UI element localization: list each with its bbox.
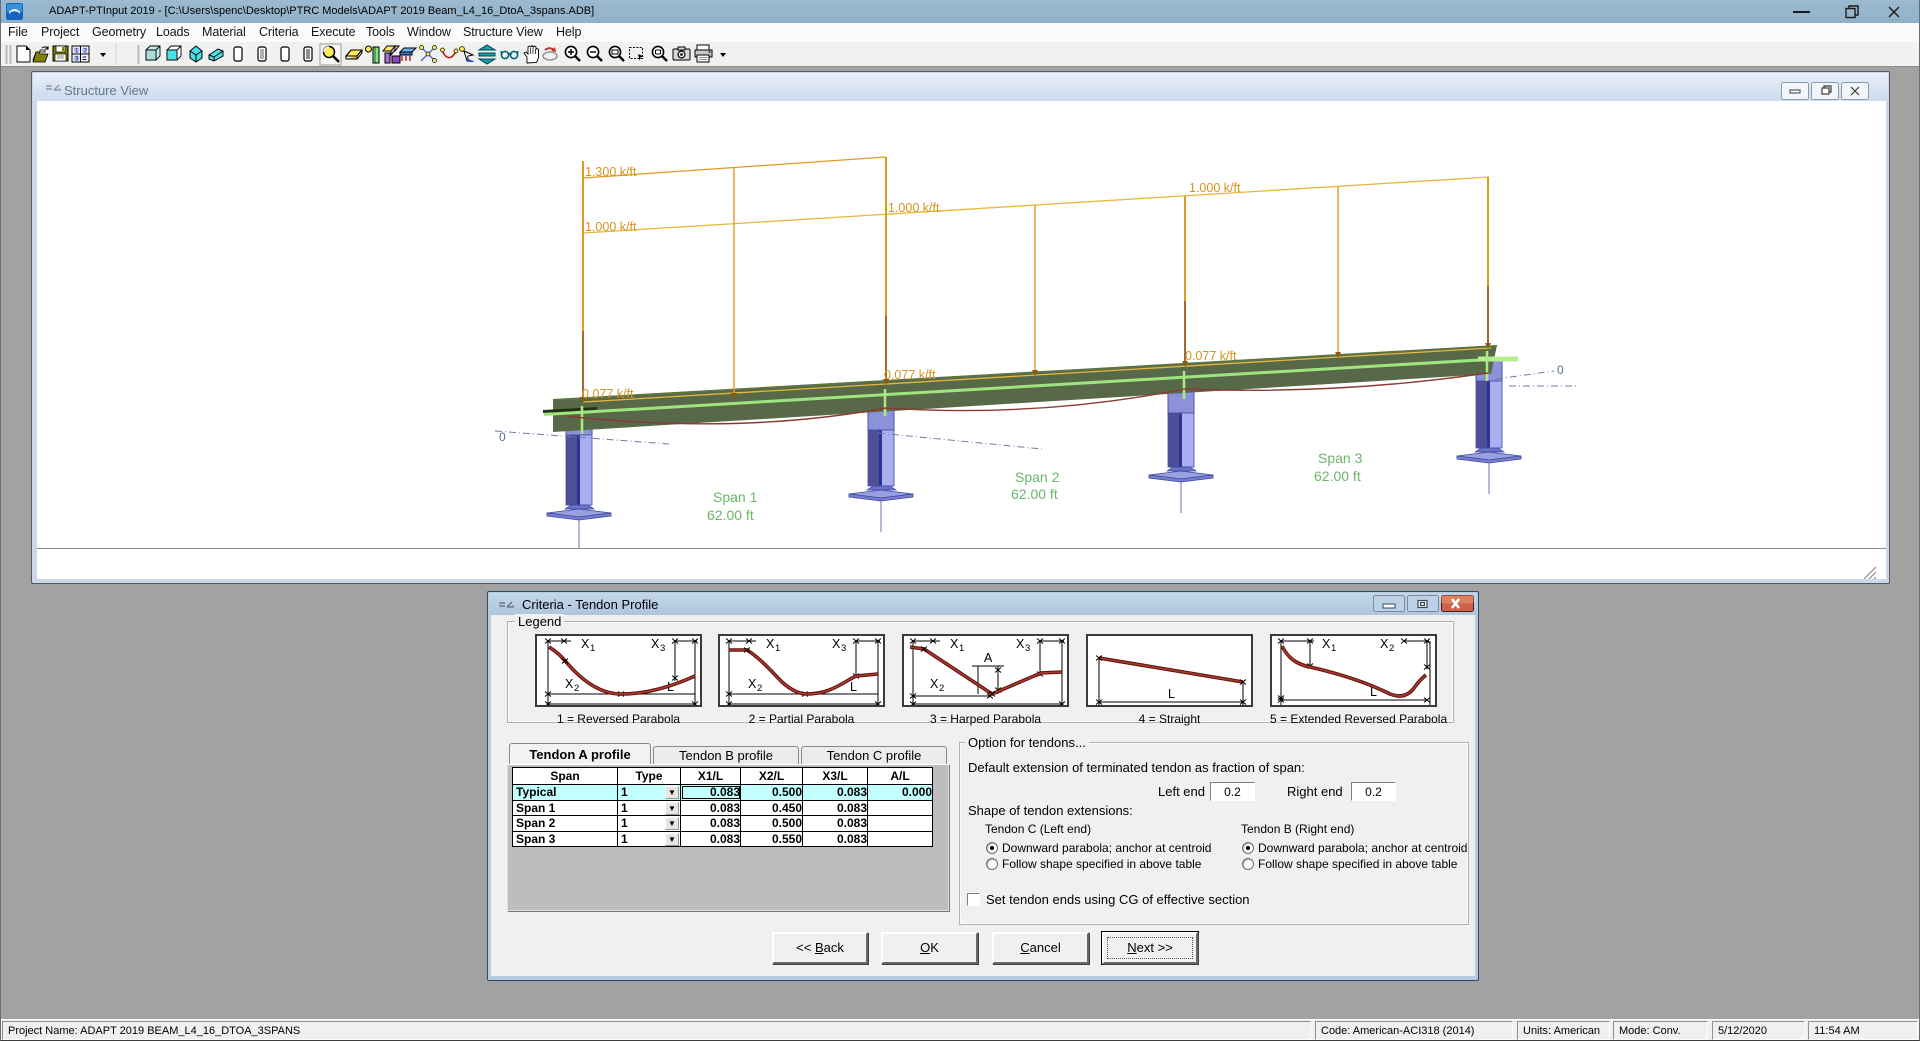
svg-text:0: 0 [1557,363,1564,377]
svg-text:2: 2 [757,683,762,694]
svg-text:1.000 k/ft: 1.000 k/ft [585,220,637,234]
svg-text:1: 1 [590,643,595,654]
svg-text:A: A [984,651,993,665]
svg-text:62.00 ft: 62.00 ft [1314,468,1361,484]
svg-text:3: 3 [841,643,846,654]
svg-text:0.077 k/ft: 0.077 k/ft [1185,349,1237,363]
svg-text:Span 3: Span 3 [1318,450,1363,466]
svg-text:X: X [1380,637,1389,651]
svg-text:2: 2 [574,683,579,694]
svg-text:X: X [766,637,775,651]
svg-text:0.077 k/ft: 0.077 k/ft [884,368,936,382]
svg-text:2: 2 [939,683,944,694]
svg-text:62.00 ft: 62.00 ft [1011,486,1058,502]
svg-text:X: X [1322,637,1331,651]
svg-text:X: X [651,637,660,651]
svg-text:X: X [832,637,841,651]
svg-text:X: X [950,637,959,651]
svg-text:Span 1: Span 1 [713,489,758,505]
svg-text:X: X [1016,637,1025,651]
svg-text:1.300 k/ft: 1.300 k/ft [585,165,637,179]
svg-text:62.00 ft: 62.00 ft [707,507,754,523]
svg-text:3: 3 [660,643,665,654]
svg-text:X: X [930,677,939,691]
svg-text:1: 1 [959,643,964,654]
svg-text:1.000 k/ft: 1.000 k/ft [888,201,940,215]
svg-text:X: X [565,677,574,691]
svg-text:1.000 k/ft: 1.000 k/ft [1189,181,1241,195]
svg-text:2: 2 [1389,643,1394,654]
svg-text:X: X [748,677,757,691]
svg-text:0: 0 [499,430,506,444]
svg-text:3: 3 [1025,643,1030,654]
svg-text:0.077 k/ft: 0.077 k/ft [582,387,634,401]
svg-text:1: 1 [1331,643,1336,654]
svg-text:Span 2: Span 2 [1015,469,1060,485]
svg-text:L: L [1168,687,1175,701]
svg-text:X: X [581,637,590,651]
svg-text:1: 1 [775,643,780,654]
svg-text:L: L [850,680,857,694]
